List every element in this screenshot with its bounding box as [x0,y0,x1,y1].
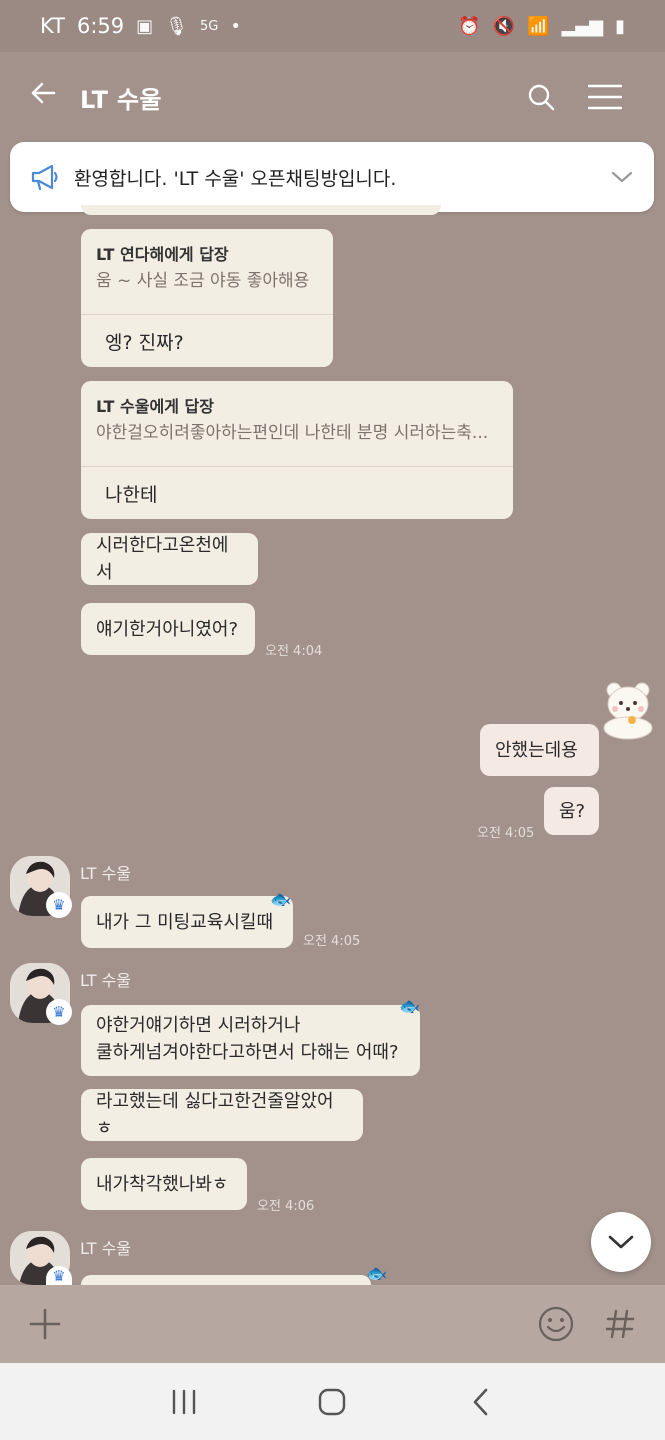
notice-text: 환영합니다. 'LT 수울' 오픈채팅방입니다. [74,167,397,190]
message-time: 오전 4:04 [265,644,323,659]
chevron-left-icon [473,1388,488,1415]
search-icon [528,84,555,111]
crown-badge-icon: ♛ [46,1266,72,1285]
clock: 6:59 [76,14,125,38]
recent-apps-icon [172,1389,196,1414]
message-bubble[interactable]: 시러한다고온천에서 [81,533,258,585]
message-time: 오전 4:06 [257,1199,315,1214]
status-bar: KT 6:59 ▣ 🎙 5G • ⏰ 🔇 📶 ▂▄▆ ▮ [0,0,665,52]
reply-quote: 움 ~ 사실 조금 야동 좋아해용 [96,271,310,291]
hashtag-icon [605,1309,635,1339]
recent-apps-button[interactable] [154,1372,214,1432]
mute-icon: 🔇 [492,15,516,37]
message-bubble[interactable]: 얘기한거아니였어? [81,603,255,655]
bear-sticker [603,682,653,740]
reply-divider [81,466,513,467]
menu-button[interactable] [573,72,637,122]
battery-icon: ▮ [615,15,625,37]
chevron-down-icon[interactable] [610,169,634,185]
my-message-bubble[interactable]: 안했는데용 [480,724,599,776]
message-text: 나한테 [105,484,158,506]
dot-icon: • [230,15,241,37]
gallery-icon: ▣ [136,15,154,37]
smiley-icon [538,1306,574,1342]
crown-badge-icon: ♛ [46,999,72,1025]
alarm-icon: ⏰ [458,15,481,37]
arrow-left-icon [31,82,56,104]
chat-title: LT 수울 [80,85,162,114]
message-bubble[interactable]: 라고했는데 싫다고한건줄알았어ㅎ [81,1089,363,1141]
message-text: 엥? 진짜? [105,332,184,354]
sender-name: LT 수울 [80,971,132,990]
sender-name: LT 수울 [80,1239,132,1258]
reply-divider [81,314,333,315]
chat-header: LT 수울 [0,52,665,142]
signal-icon: ▂▄▆ [561,15,604,37]
chevron-down-icon [608,1235,634,1249]
crown-badge-icon: ♛ [46,892,72,918]
message-bubble[interactable]: 야한거얘기하면 시러하거나 쿨하게넘겨야한다고하면서 다해는 어때? [81,1005,420,1076]
back-button[interactable] [28,78,80,116]
reply-bubble[interactable]: LT 수울에게 답장 야한걸오히려좋아하는편인데 나한테 분명 시러하는축...… [81,381,513,519]
message-bubble[interactable]: 내가착각했나봐ㅎ [81,1158,247,1210]
message-text: 라고했는데 싫다고한건줄알았어ㅎ [96,1091,334,1139]
previous-bubble-edge [81,205,441,215]
input-bar [0,1285,665,1363]
message-time: 오전 4:05 [477,826,535,841]
my-message-bubble[interactable]: 움? [544,787,599,835]
message-text-line: 야한거얘기하면 시러하거나 [96,1015,301,1036]
plus-icon [29,1308,61,1340]
reply-target-name: LT 연다해에게 답장 [96,245,229,264]
fish-reaction-icon: 🐟 [366,1264,388,1284]
message-text: 얘기한거아니였어? [96,618,239,640]
hamburger-icon [588,84,622,110]
message-text: 움? [559,800,586,822]
home-button[interactable] [302,1372,362,1432]
wifi-icon: 📶 [527,15,550,37]
network-5g-icon: 5G [200,18,219,34]
system-nav-bar [0,1363,665,1440]
sender-name: LT 수울 [80,864,132,883]
attach-button[interactable] [20,1299,70,1349]
message-time: 오전 4:05 [303,934,361,949]
scroll-to-bottom-button[interactable] [591,1212,651,1272]
home-icon [319,1388,346,1415]
search-button[interactable] [509,72,573,122]
notice-banner[interactable]: 환영합니다. 'LT 수울' 오픈채팅방입니다. [10,142,654,212]
mic-icon: 🎙 [165,15,189,37]
megaphone-icon [31,164,58,191]
message-text: 안했는데용 [495,739,578,761]
emoticon-button[interactable] [531,1299,581,1349]
message-bubble[interactable]: 내가 그 미팅교육시킬때 [81,896,293,948]
reply-bubble[interactable]: LT 연다해에게 답장 움 ~ 사실 조금 야동 좋아해용 엥? 진짜? [81,229,333,367]
message-bubble-partial[interactable] [81,1275,371,1285]
message-text: 내가착각했나봐ㅎ [96,1173,229,1195]
back-nav-button[interactable] [451,1372,511,1432]
reply-quote: 야한걸오히려좋아하는편인데 나한테 분명 시러하는축... [96,423,489,443]
message-text: 내가 그 미팅교육시킬때 [96,911,274,933]
fish-reaction-icon: 🐟 [399,997,421,1017]
message-text-line: 쿨하게넘겨야한다고하면서 다해는 어때? [96,1042,399,1063]
carrier-label: KT [40,14,65,38]
fish-reaction-icon: 🐟 [270,890,292,910]
message-text: 시러한다고온천에서 [96,535,229,583]
hashtag-button[interactable] [595,1299,645,1349]
reply-target-name: LT 수울에게 답장 [96,397,214,416]
